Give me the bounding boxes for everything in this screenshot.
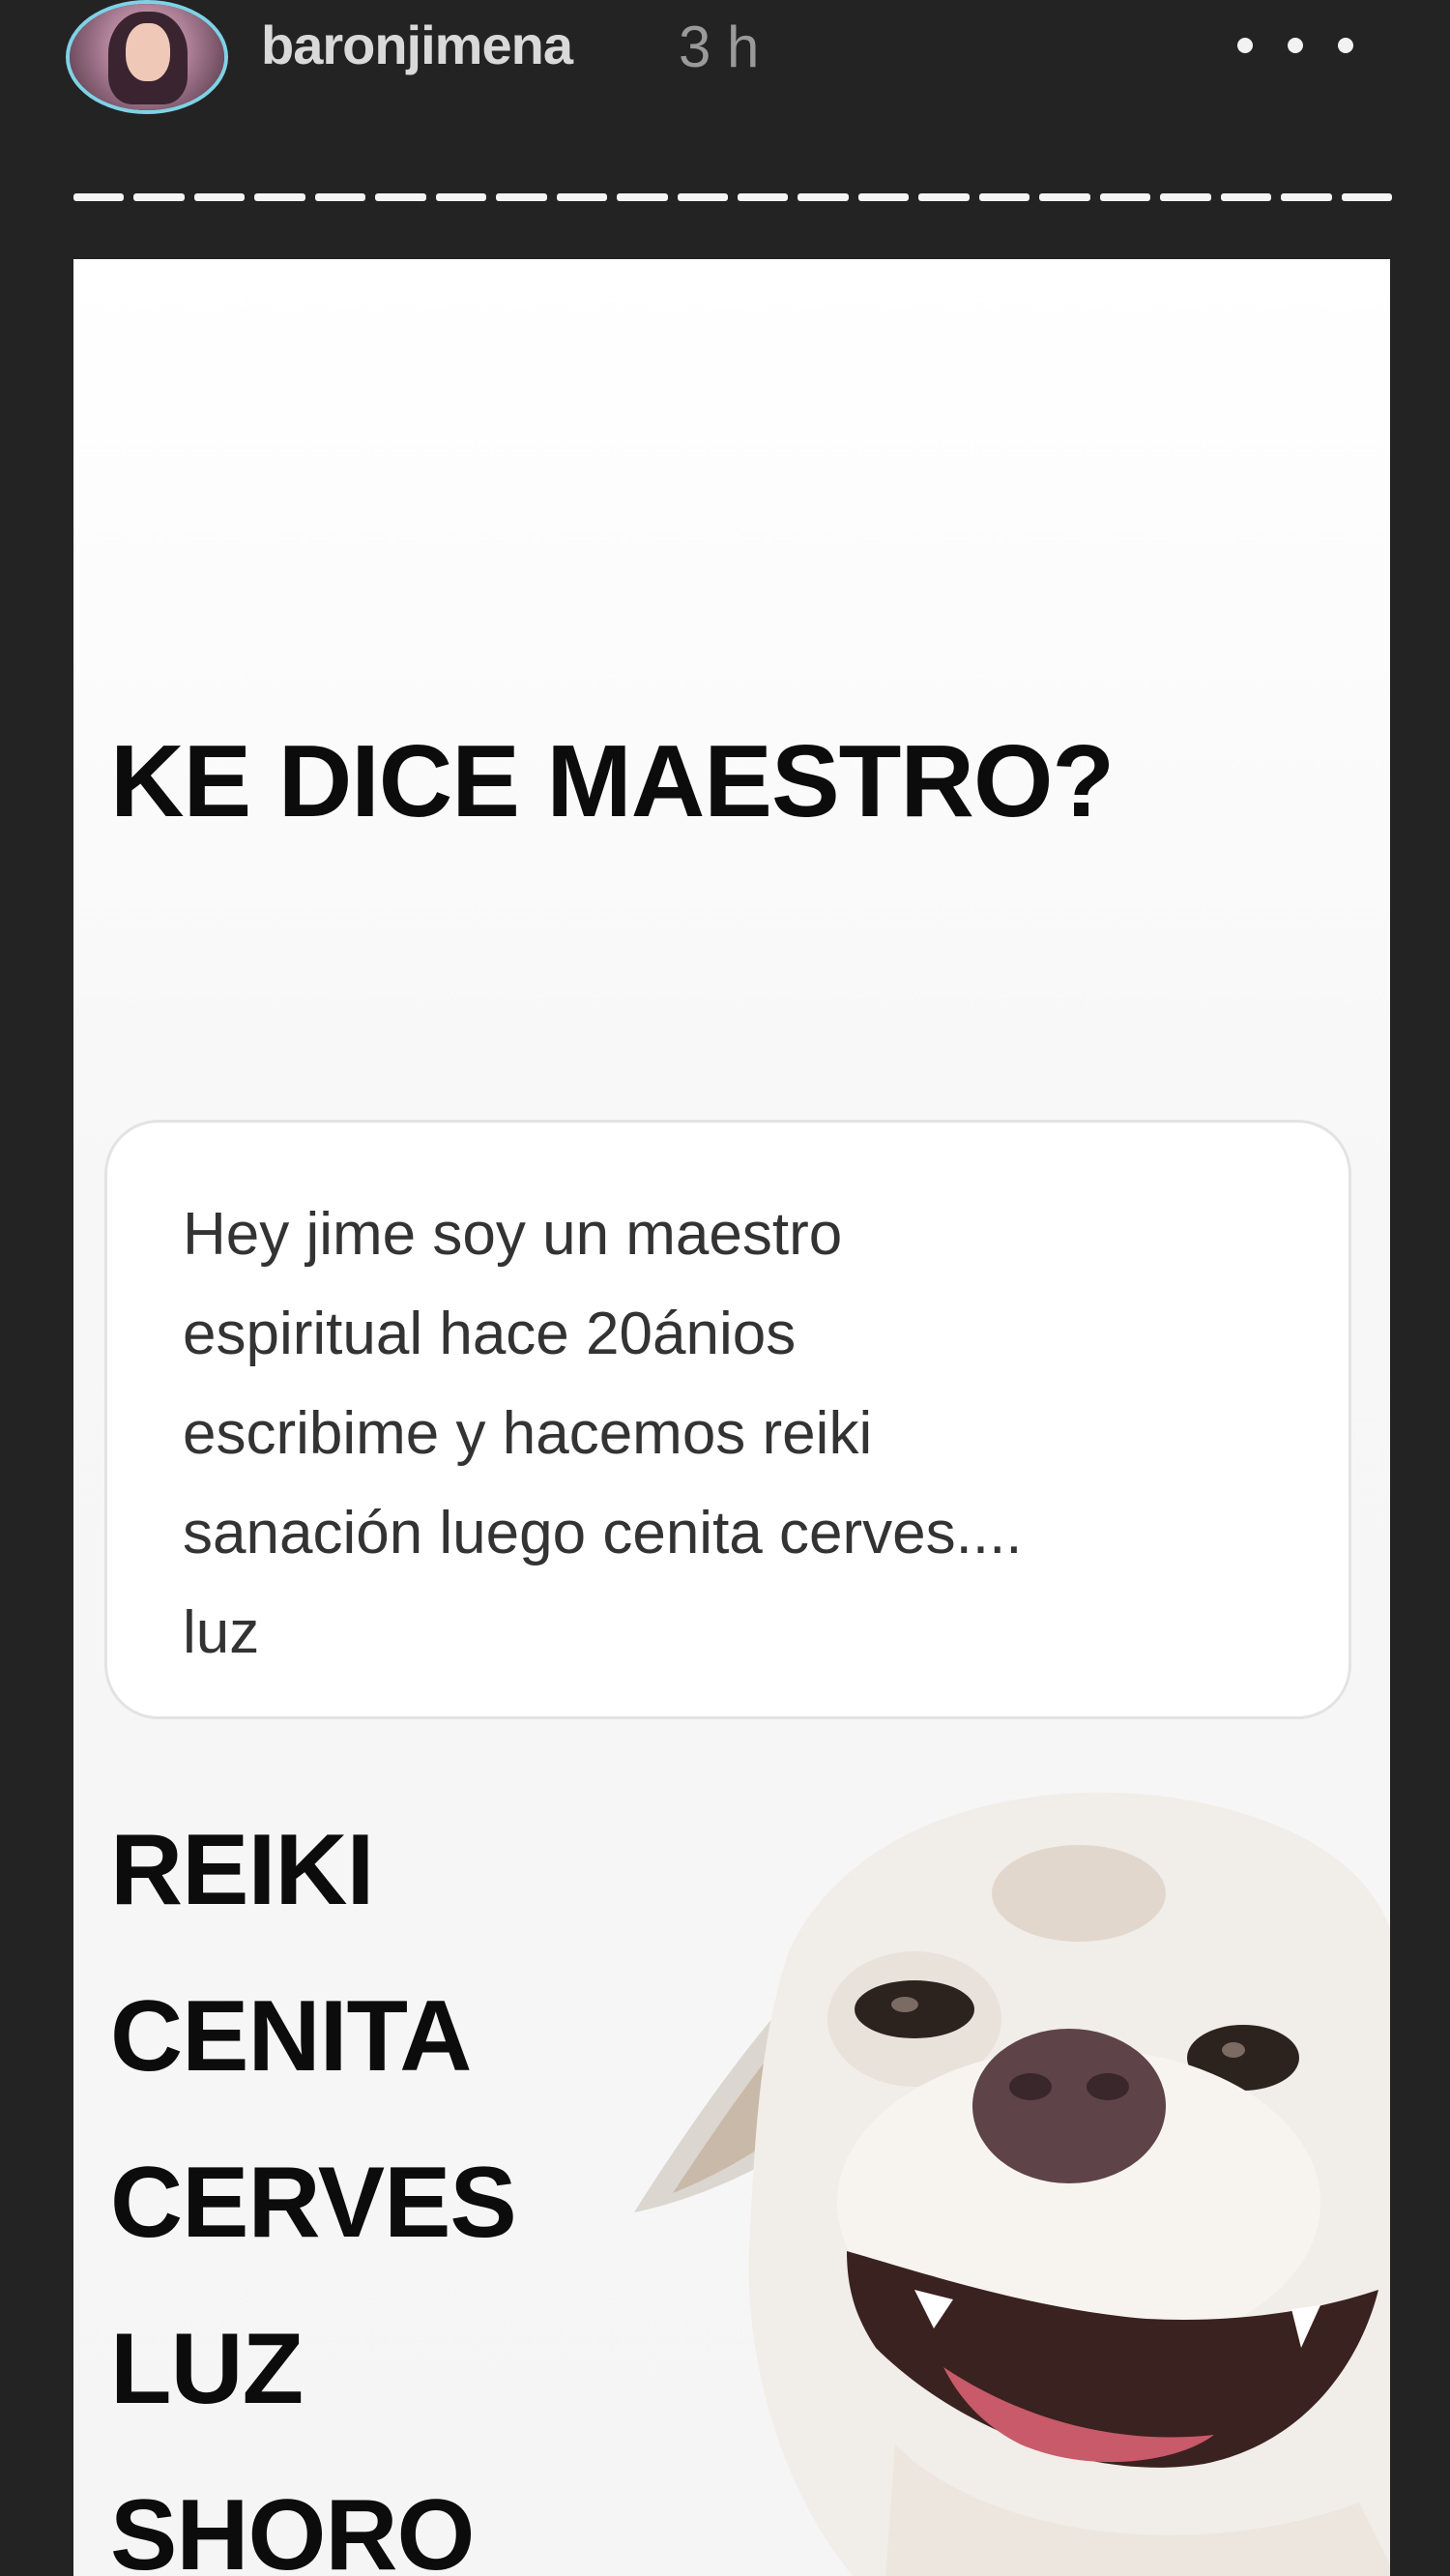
progress-segment <box>1341 193 1392 201</box>
avatar-face <box>126 23 170 81</box>
progress-segment <box>1160 193 1211 201</box>
progress-segment <box>617 193 668 201</box>
progress-segment <box>978 193 1030 201</box>
progress-segment <box>1039 193 1090 201</box>
progress-segment <box>556 193 608 201</box>
progress-segment <box>857 193 910 201</box>
word-item: LUZ <box>110 2313 304 2425</box>
progress-segment <box>435 193 487 201</box>
word-item: CENITA <box>110 1980 472 2093</box>
progress-segment <box>737 193 789 201</box>
word-item: REIKI <box>110 1814 374 1926</box>
username[interactable]: baronjimena <box>261 14 573 76</box>
progress-segment <box>133 193 185 201</box>
progress-segment <box>73 193 125 201</box>
story-progress-bar <box>73 193 1392 201</box>
progress-segment <box>375 193 426 201</box>
question-response-card: Hey jime soy un maestro espiritual hace … <box>104 1120 1351 1719</box>
word-list: REIKI CENITA CERVES LUZ SHORO <box>110 1787 517 2576</box>
progress-segment <box>798 193 849 201</box>
progress-segment <box>677 193 728 201</box>
more-options-button[interactable] <box>1237 21 1353 70</box>
dog-nose <box>972 2029 1166 2183</box>
smiling-dog-image <box>634 1792 1390 2576</box>
progress-segment <box>918 193 970 201</box>
progress-segment <box>1099 193 1151 201</box>
story-header: baronjimena 3 h <box>0 0 1450 174</box>
progress-segment <box>193 193 246 201</box>
more-horizontal-icon <box>1338 38 1353 53</box>
word-item: SHORO <box>110 2479 475 2576</box>
question-response-text: Hey jime soy un maestro espiritual hace … <box>183 1201 1023 1666</box>
word-item: CERVES <box>110 2147 517 2259</box>
progress-segment <box>1281 193 1332 201</box>
progress-segment <box>496 193 547 201</box>
progress-segment <box>254 193 305 201</box>
story-headline: KE DICE MAESTRO? <box>110 724 1115 838</box>
more-horizontal-icon <box>1288 38 1303 53</box>
profile-avatar[interactable] <box>70 4 224 110</box>
story-viewer: baronjimena 3 h KE DICE MAESTRO? Hey jim… <box>0 0 1450 2576</box>
more-horizontal-icon <box>1237 38 1253 53</box>
story-content[interactable]: KE DICE MAESTRO? Hey jime soy un maestro… <box>73 259 1390 2576</box>
progress-segment <box>314 193 366 201</box>
progress-segment <box>1220 193 1272 201</box>
post-timestamp: 3 h <box>679 15 760 79</box>
